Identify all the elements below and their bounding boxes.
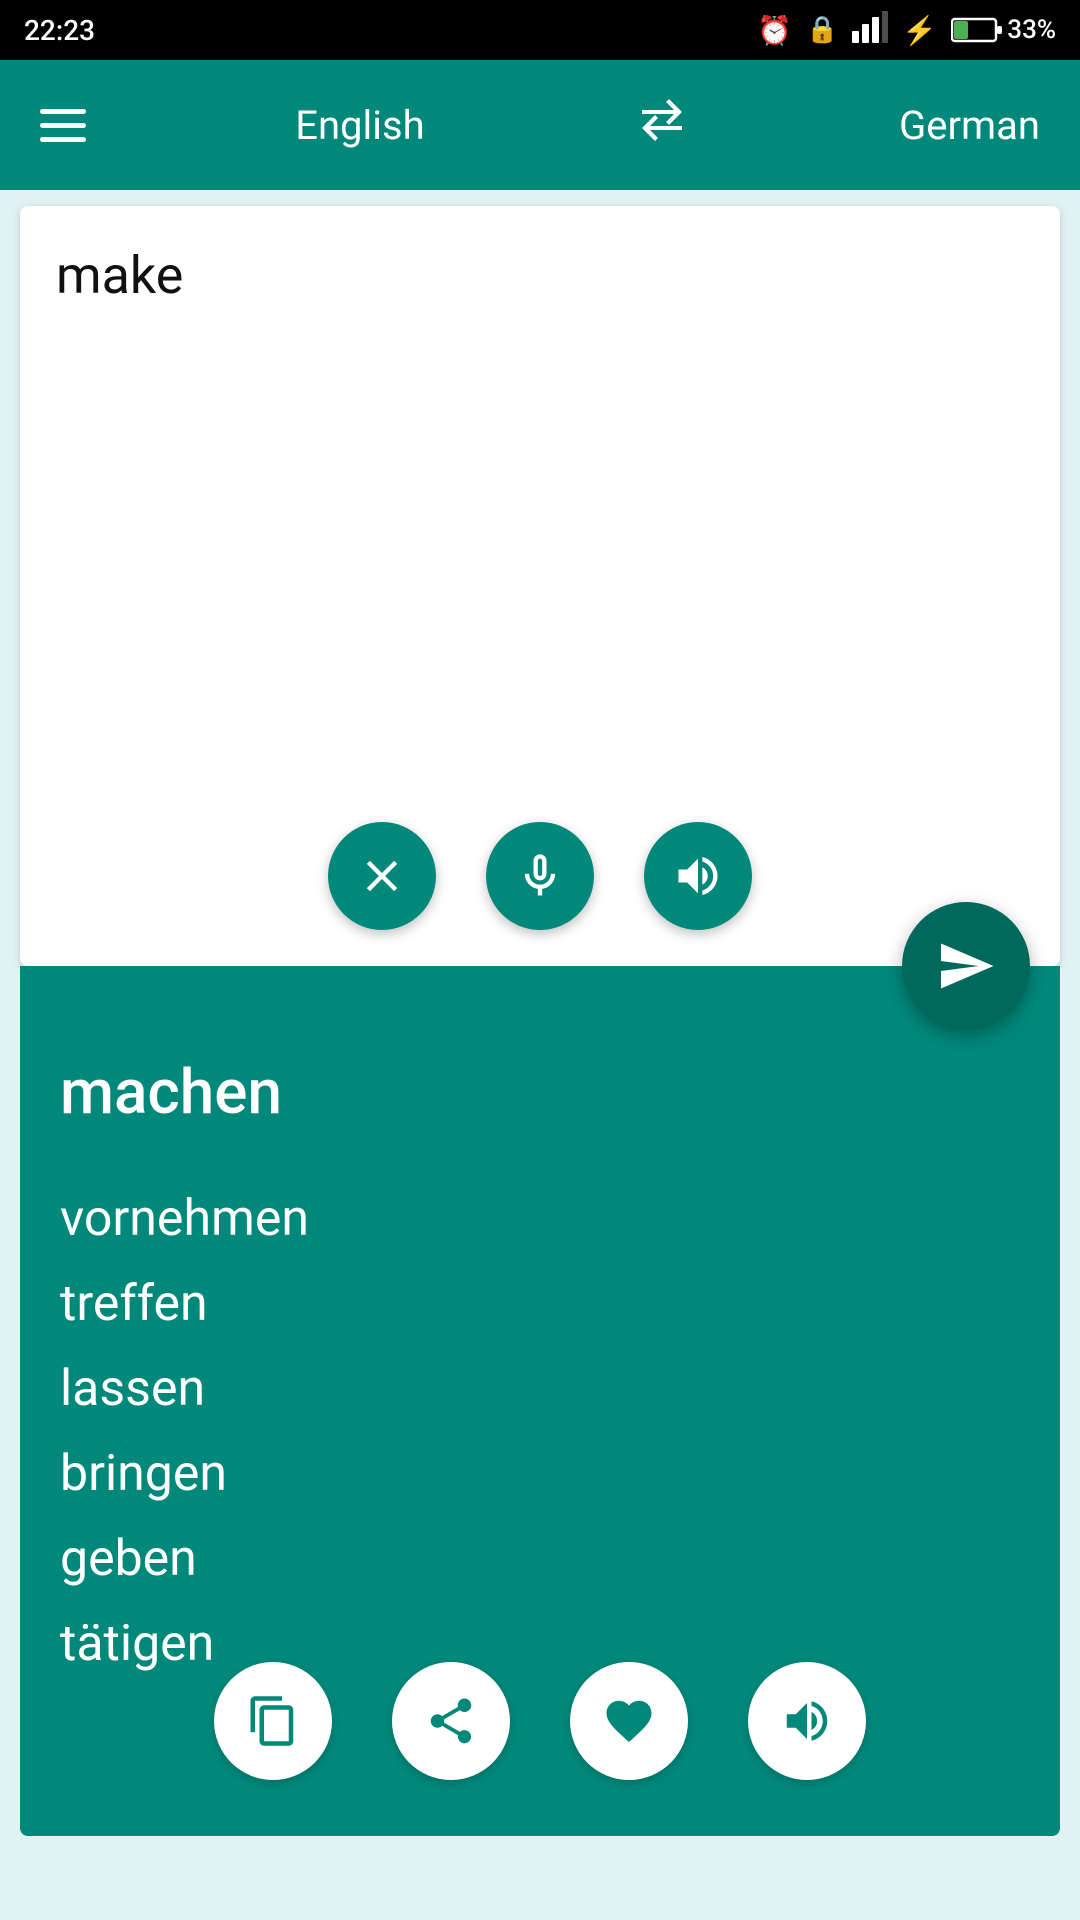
result-actions (20, 1662, 1060, 1780)
translate-button[interactable] (902, 902, 1030, 1030)
main-translation[interactable]: machen (60, 1056, 1020, 1129)
status-bar: 22:23 ⏰ 🔒 ⚡ 33% (0, 0, 1080, 60)
time-display: 22:23 (24, 14, 95, 47)
nav-bar: English German (0, 60, 1080, 190)
alt-translation-5[interactable]: geben (60, 1517, 1020, 1602)
charging-icon: ⚡ (902, 14, 937, 47)
alt-translation-3[interactable]: lassen (60, 1347, 1020, 1432)
alt-translation-4[interactable]: bringen (60, 1432, 1020, 1517)
status-icons: ⏰ 🔒 ⚡ 33% (757, 11, 1056, 50)
lock-icon: 🔒 (806, 15, 838, 45)
microphone-button[interactable] (486, 822, 594, 930)
input-actions (20, 822, 1060, 930)
clear-button[interactable] (328, 822, 436, 930)
alarm-icon: ⏰ (757, 14, 792, 47)
alt-translation-2[interactable]: treffen (60, 1262, 1020, 1347)
battery-icon: 33% (951, 15, 1056, 45)
share-button[interactable] (392, 1662, 510, 1780)
alternative-translations: vornehmen treffen lassen bringen geben t… (60, 1177, 1020, 1687)
result-area: machen vornehmen treffen lassen bringen … (20, 966, 1060, 1836)
favorite-button[interactable] (570, 1662, 688, 1780)
alt-translation-1[interactable]: vornehmen (60, 1177, 1020, 1262)
copy-button[interactable] (214, 1662, 332, 1780)
target-language[interactable]: German (899, 102, 1040, 149)
swap-languages-button[interactable] (634, 92, 690, 159)
input-area[interactable]: make (20, 206, 1060, 966)
input-text[interactable]: make (56, 242, 1024, 310)
source-language[interactable]: English (295, 102, 424, 149)
signal-icon (852, 11, 888, 50)
input-container: make mach (0, 206, 1080, 1836)
menu-button[interactable] (40, 109, 86, 142)
speak-input-button[interactable] (644, 822, 752, 930)
speak-result-button[interactable] (748, 1662, 866, 1780)
